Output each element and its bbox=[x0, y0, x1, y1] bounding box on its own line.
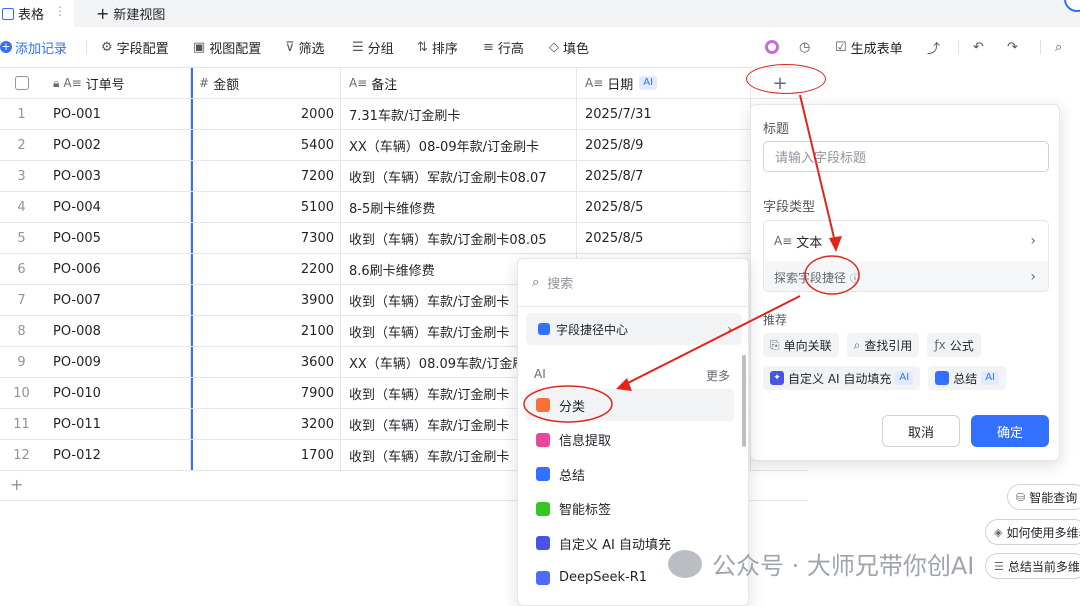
annotation-circle bbox=[804, 255, 860, 295]
annotation-arrowhead bbox=[616, 378, 632, 391]
wechat-icon bbox=[668, 549, 702, 578]
annotation-arrow bbox=[621, 295, 801, 387]
annotation-circle bbox=[523, 385, 613, 423]
watermark-text: 公众号 · 大师兄带你创AI bbox=[712, 552, 975, 580]
annotation-overlay bbox=[523, 94, 860, 423]
annotation-arrowhead bbox=[829, 236, 842, 252]
watermark: 公众号 · 大师兄带你创AI bbox=[668, 546, 974, 581]
annotation-arrow bbox=[799, 94, 837, 247]
